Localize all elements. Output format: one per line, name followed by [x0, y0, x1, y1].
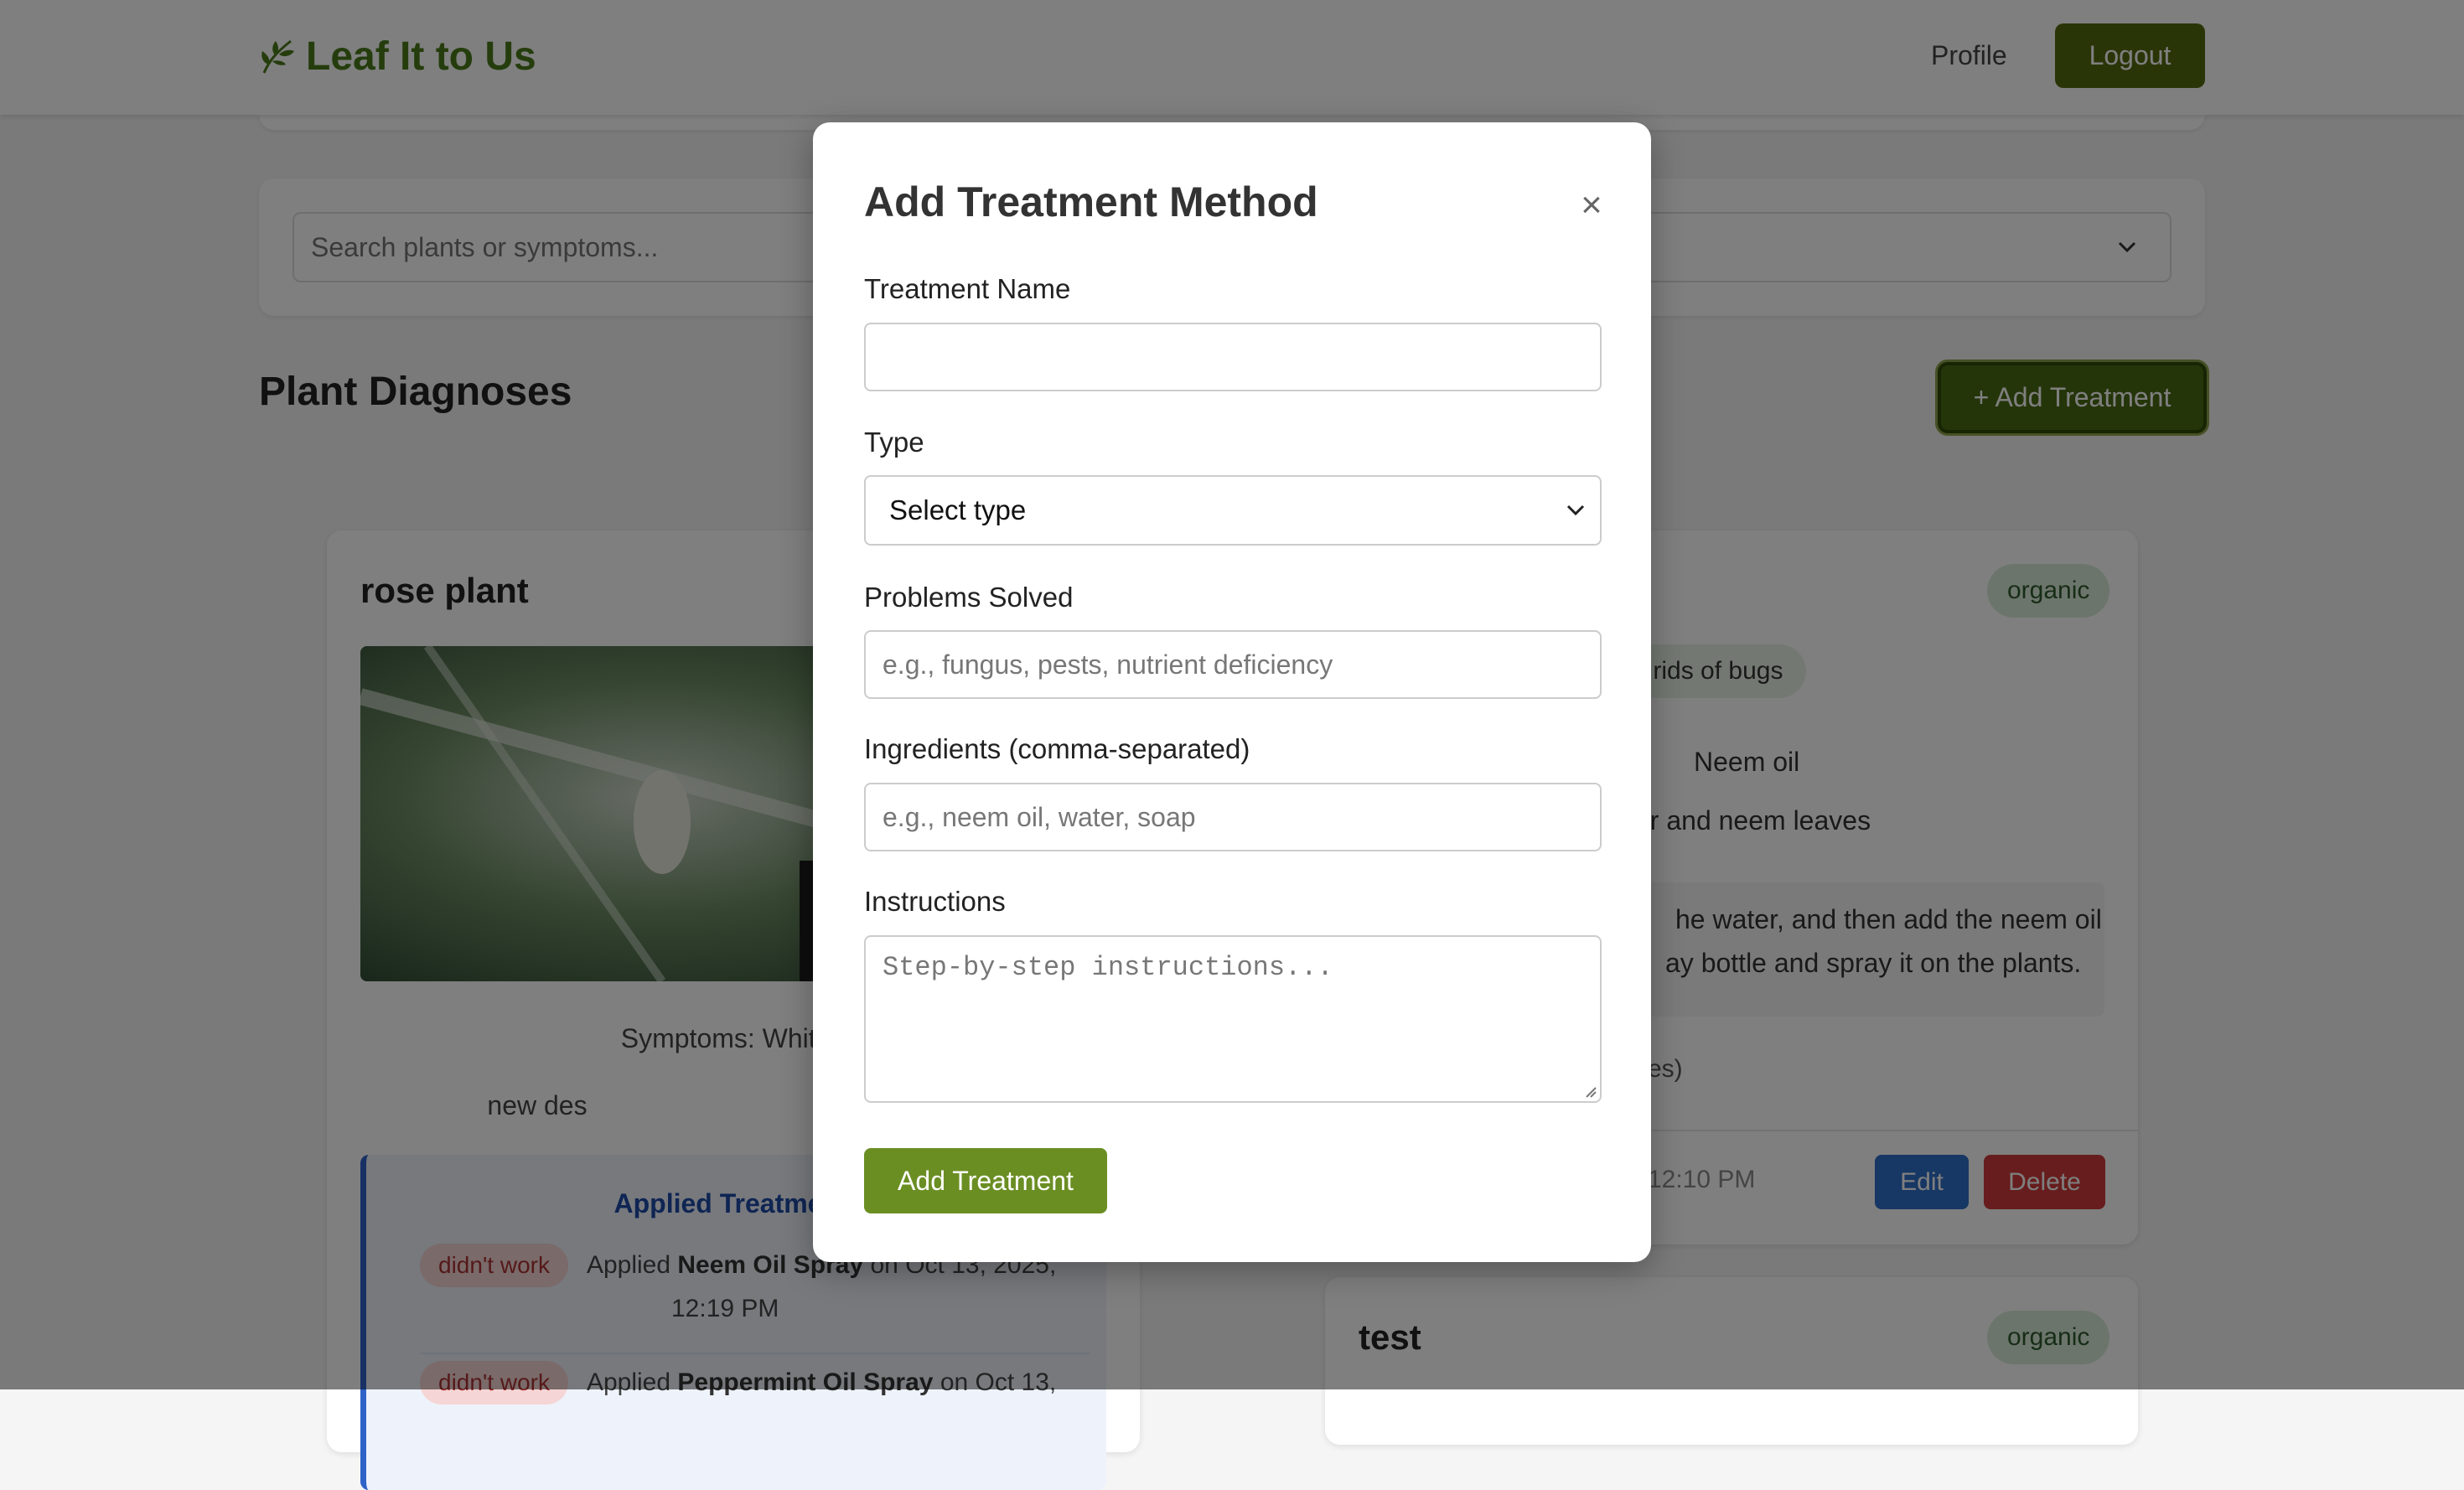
- instructions-placeholder: Step-by-step instructions...: [883, 952, 1333, 983]
- ingredients-input[interactable]: [864, 783, 1602, 851]
- chevron-down-icon: [1566, 504, 1585, 516]
- instructions-textarea[interactable]: Step-by-step instructions...: [864, 935, 1602, 1103]
- instructions-label: Instructions: [864, 886, 1006, 917]
- problems-solved-input[interactable]: [864, 630, 1602, 699]
- modal-title: Add Treatment Method: [864, 178, 1318, 225]
- problems-solved-label: Problems Solved: [864, 582, 1074, 613]
- type-select-value: Select type: [889, 494, 1027, 525]
- type-label: Type: [864, 427, 924, 458]
- close-icon[interactable]: ×: [1572, 186, 1611, 225]
- treatment-name-label: Treatment Name: [864, 273, 1071, 304]
- add-treatment-submit-button[interactable]: Add Treatment: [864, 1148, 1107, 1213]
- add-treatment-modal: Add Treatment Method × Treatment Name Ty…: [813, 122, 1651, 1262]
- type-select[interactable]: Select type: [864, 475, 1602, 546]
- ingredients-label: Ingredients (comma-separated): [864, 733, 1250, 764]
- treatment-name-input[interactable]: [864, 323, 1602, 391]
- resize-grip-icon[interactable]: [1583, 1084, 1597, 1098]
